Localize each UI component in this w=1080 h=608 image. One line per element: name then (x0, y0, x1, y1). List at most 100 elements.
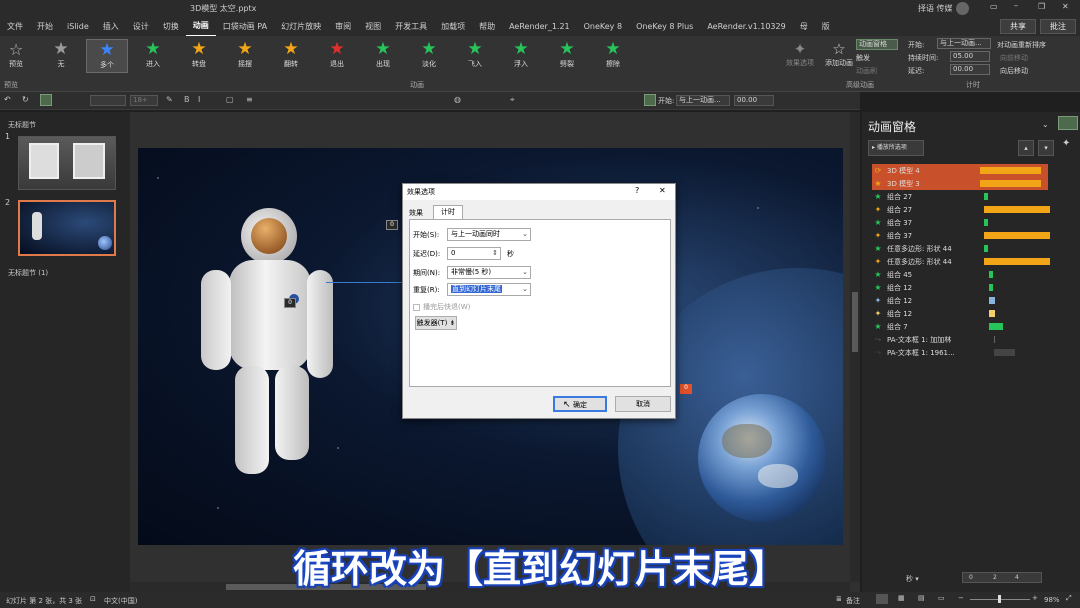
undo-icon[interactable]: ↶ (4, 95, 11, 104)
timeline-bar[interactable] (988, 310, 996, 317)
maximize-icon[interactable]: ❐ (1038, 2, 1045, 11)
animation-item[interactable]: ✦ 组合 37 (872, 229, 1050, 242)
delay-spinner[interactable]: 0 ⇕ (447, 247, 501, 260)
astronaut-3d-model[interactable] (193, 208, 333, 478)
tab-2[interactable]: iSlide (60, 17, 96, 36)
timeline-bar[interactable] (994, 349, 1015, 356)
animation-item[interactable]: ★ 组合 7 (872, 320, 1048, 333)
animation-item[interactable]: ⤳ PA-文本框 1: 1961... (872, 346, 1048, 359)
start-select[interactable]: 与上一动画... (937, 38, 991, 49)
align-icon[interactable]: ≡ (246, 95, 253, 104)
redo-icon[interactable]: ↻ (22, 95, 29, 104)
animation-item[interactable]: ★ 组合 12 (872, 281, 1048, 294)
animation-painter-button[interactable]: 动画刷 (856, 66, 877, 76)
period-combobox[interactable]: 非常慢(5 秒) ⌄ (447, 266, 531, 279)
share-button[interactable]: 共享 (1000, 19, 1036, 34)
tab-5[interactable]: 切换 (156, 17, 186, 36)
effect-1[interactable]: ★ 多个 (86, 39, 128, 73)
pane-toggle-icon[interactable] (40, 94, 52, 106)
zoom-slider-thumb[interactable] (998, 595, 1001, 603)
cancel-button[interactable]: 取消 (615, 396, 671, 412)
notes-icon[interactable]: ≣ (836, 595, 842, 603)
delay-input[interactable]: 00.00 (950, 64, 990, 75)
timeline-bar[interactable] (980, 167, 1042, 174)
animation-item[interactable]: ✦ 任意多边形: 形状 44 (872, 255, 1050, 268)
tab-19[interactable]: 版 (815, 17, 837, 36)
effect-0[interactable]: ★ 无 (40, 39, 82, 73)
tab-3[interactable]: 插入 (96, 17, 126, 36)
rewind-checkbox[interactable]: 播完后快退(W) (413, 302, 470, 312)
animation-item[interactable]: ★ 组合 27 (872, 190, 1048, 203)
animation-item[interactable]: ★ 组合 37 (872, 216, 1048, 229)
add-animation-button[interactable]: ☆ 添加动画 (824, 40, 854, 68)
font-name-select[interactable] (90, 95, 126, 106)
animation-item[interactable]: ★ 任意多边形: 形状 44 (872, 242, 1048, 255)
tab-0[interactable]: 文件 (0, 17, 30, 36)
effect-10[interactable]: ★ 浮入 (500, 39, 542, 73)
vertical-scroll-thumb[interactable] (852, 292, 858, 352)
zoom-out-button[interactable]: − (958, 594, 964, 602)
fit-slide-icon[interactable]: ⤢ (1066, 594, 1072, 603)
timeline-bar[interactable] (988, 271, 993, 278)
pane-dropdown-icon[interactable]: ⌄ (1042, 120, 1049, 129)
effect-12[interactable]: ★ 擦除 (592, 39, 634, 73)
animation-item[interactable]: ⤳ PA-文本框 1: 加加林 (872, 333, 1048, 346)
effect-8[interactable]: ★ 淡化 (408, 39, 450, 73)
tab-6[interactable]: 动画 (185, 16, 216, 37)
tab-17[interactable]: AeRender.v1.10329 (700, 17, 792, 36)
animation-pane-button[interactable]: 动画窗格 (856, 39, 898, 50)
bold-icon[interactable]: B (184, 95, 190, 104)
accessibility-icon[interactable]: ⊡ (90, 595, 96, 603)
tab-18[interactable]: 母 (793, 17, 815, 36)
repeat-combobox[interactable]: 直到幻灯片末尾 ⌄ (447, 283, 531, 296)
reading-view-icon[interactable]: ▤ (918, 594, 925, 602)
effect-7[interactable]: ★ 出现 (362, 39, 404, 73)
animation-item[interactable]: ⟳ 3D 模型 4 (872, 164, 1048, 177)
animation-item[interactable]: ✦ 组合 27 (872, 203, 1050, 216)
effect-3[interactable]: ★ 转盘 (178, 39, 220, 73)
anim-pane-mini-icon[interactable] (644, 94, 656, 106)
timeline-bar[interactable] (988, 284, 993, 291)
timeline-bar[interactable] (980, 180, 1042, 187)
sorter-view-icon[interactable]: ▦ (898, 594, 905, 602)
qat-start-select[interactable]: 与上一动画... (676, 95, 730, 106)
slide-thumbnail-2[interactable] (18, 200, 116, 256)
timeline-bar[interactable] (994, 336, 996, 343)
earth-3d-model[interactable] (698, 394, 826, 522)
move-later-button[interactable]: 向后移动 (1000, 66, 1028, 76)
tab-12[interactable]: 加载项 (434, 17, 472, 36)
slide-thumbnail-1[interactable] (18, 136, 116, 190)
tab-10[interactable]: 视图 (358, 17, 388, 36)
animation-item[interactable]: ✦ 组合 12 (872, 294, 1048, 307)
avatar[interactable] (956, 2, 969, 15)
move-earlier-button[interactable]: 向前移动 (1000, 53, 1028, 63)
ok-button[interactable]: 确定 (553, 396, 607, 412)
tab-7[interactable]: 口袋动画 PA (216, 17, 274, 36)
effect-11[interactable]: ★ 劈裂 (546, 39, 588, 73)
tab-14[interactable]: AeRender_1.21 (502, 17, 577, 36)
minimize-icon[interactable]: – (1014, 1, 1018, 10)
slideshow-view-icon[interactable]: ▭ (938, 594, 945, 602)
close-window-icon[interactable]: ✕ (1062, 2, 1069, 11)
qat-delay-input[interactable]: 00.00 (734, 95, 774, 106)
eyedropper-icon[interactable]: ⌖ (510, 95, 515, 105)
tab-4[interactable]: 设计 (126, 17, 156, 36)
normal-view-icon[interactable] (876, 594, 888, 604)
effect-2[interactable]: ★ 进入 (132, 39, 174, 73)
timeline-bar[interactable] (983, 232, 1050, 239)
tab-11[interactable]: 开发工具 (388, 17, 434, 36)
tab-16[interactable]: OneKey 8 Plus (629, 17, 700, 36)
zoom-in-button[interactable]: + (1032, 594, 1038, 602)
duration-input[interactable]: 05.00 (950, 51, 990, 62)
vertical-scrollbar[interactable] (850, 112, 860, 582)
effect-options-button[interactable]: ✦ 效果选项 (780, 40, 820, 68)
fill-icon[interactable]: ◍ (454, 95, 461, 104)
italic-icon[interactable]: I (198, 95, 200, 104)
animation-item[interactable]: ★ 3D 模型 3 (872, 177, 1048, 190)
effect-9[interactable]: ★ 飞入 (454, 39, 496, 73)
start-combobox[interactable]: 与上一动画同时 ⌄ (447, 228, 531, 241)
tab-15[interactable]: OneKey 8 (577, 17, 629, 36)
restore-icon[interactable]: ▭ (990, 2, 998, 11)
effect-6[interactable]: ★ 退出 (316, 39, 358, 73)
comment-button[interactable]: 批注 (1040, 19, 1076, 34)
